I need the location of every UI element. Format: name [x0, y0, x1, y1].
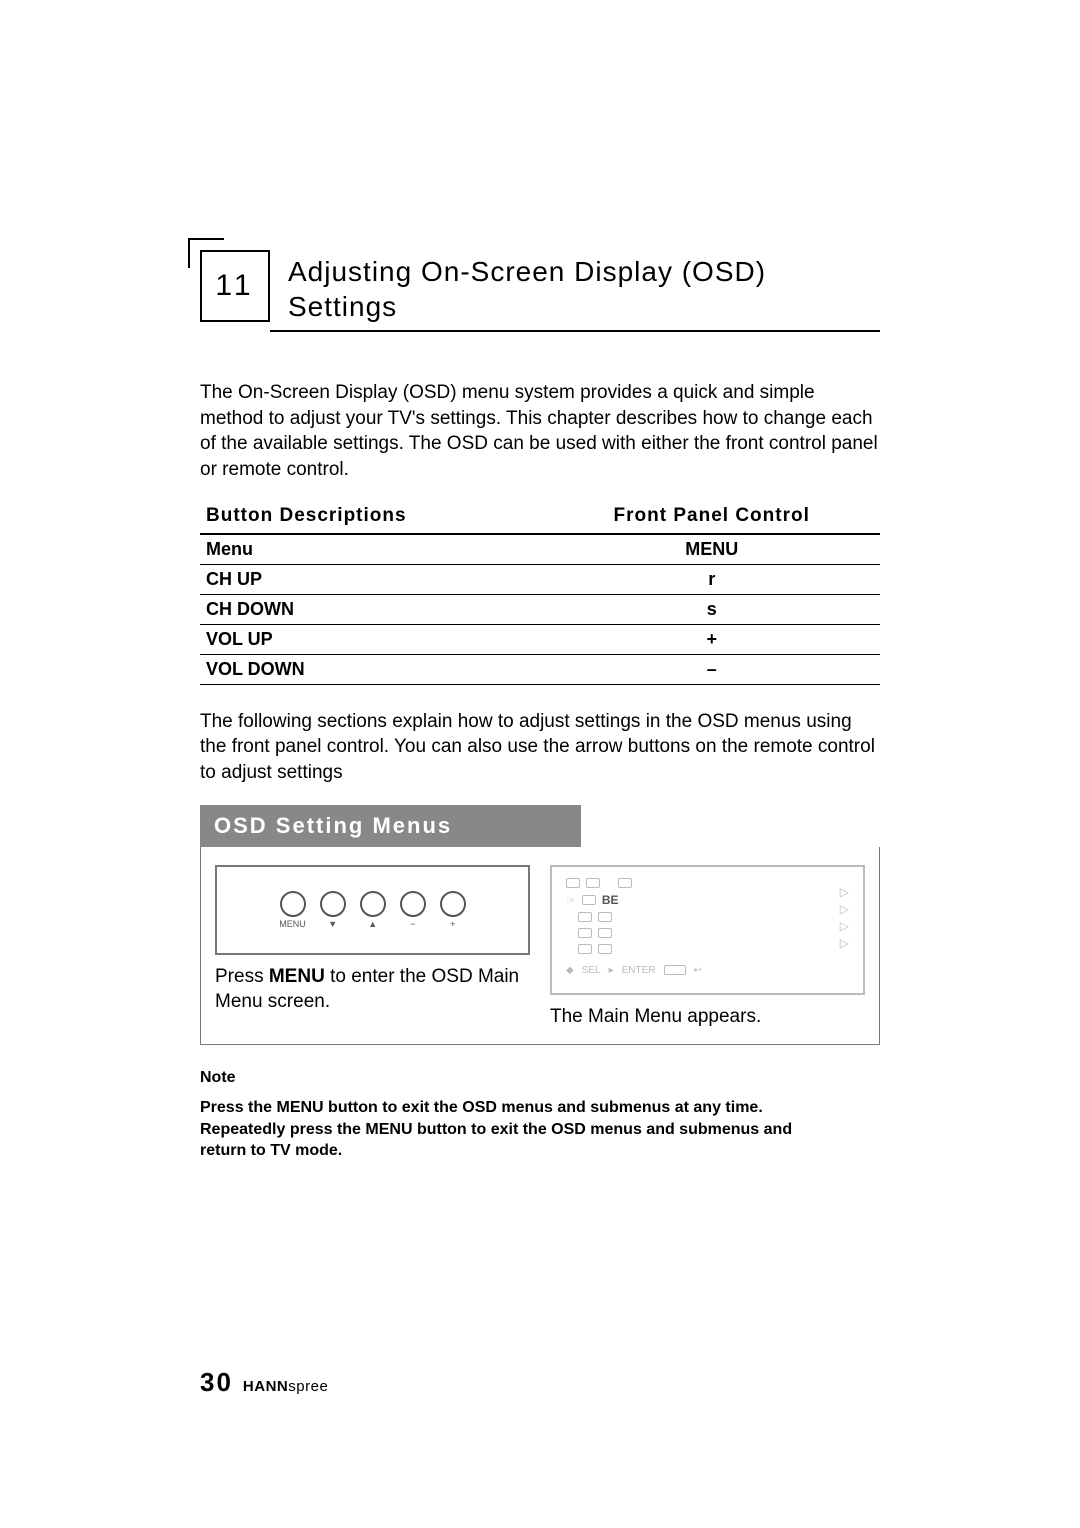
circle-icon	[320, 891, 346, 917]
arrow-indicators: ▷ ▷ ▷ ▷	[840, 885, 849, 950]
manual-page: 11 Adjusting On-Screen Display (OSD) Set…	[0, 0, 1080, 1528]
cell-desc: CH DOWN	[200, 594, 543, 624]
osd-footer-row: ◆ SEL ▸ ENTER ↩	[566, 965, 849, 976]
panel-btn-label: MENU	[279, 919, 306, 929]
header-front-panel: Front Panel Control	[543, 503, 880, 534]
left-caption-bold: MENU	[269, 966, 325, 987]
screen-row	[566, 911, 849, 923]
table-row: VOL DOWN –	[200, 654, 880, 684]
osd-icon	[566, 878, 580, 888]
return-icon: ↩	[694, 965, 702, 976]
osd-icon	[578, 944, 592, 954]
panel-down-button: ▼	[320, 891, 346, 929]
updown-icon: ◆	[566, 965, 574, 976]
screen-row: ☞ BE	[566, 893, 849, 907]
osd-icon	[618, 878, 632, 888]
cell-desc: Menu	[200, 534, 543, 565]
panel-btn-label: +	[450, 919, 455, 929]
chevron-right-icon: ▷	[840, 885, 849, 899]
circle-icon	[360, 891, 386, 917]
panel-btn-label: ▼	[328, 919, 337, 929]
page-footer: 30 HANNspree	[200, 1367, 328, 1398]
note-heading: Note	[200, 1069, 880, 1087]
osd-label: BE	[602, 893, 619, 907]
osd-right-column: ☞ BE ▷ ▷ ▷ ▷ ◆ SEL ▸ ENTER ↩ The Main Menu …	[550, 865, 865, 1030]
cell-ctrl: s	[543, 594, 880, 624]
circle-icon	[440, 891, 466, 917]
cell-desc: VOL DOWN	[200, 654, 543, 684]
left-caption: Press MENU to enter the OSD Main Menu sc…	[215, 965, 530, 1014]
panel-btn-label: ▲	[368, 919, 377, 929]
cell-ctrl: MENU	[543, 534, 880, 565]
chapter-heading: 11 Adjusting On-Screen Display (OSD) Set…	[200, 250, 880, 332]
footer-label: SEL	[582, 965, 601, 976]
page-number: 30	[200, 1367, 233, 1398]
chevron-right-icon: ▷	[840, 936, 849, 950]
panel-menu-button: MENU	[279, 891, 306, 929]
pointer-icon: ☞	[566, 894, 576, 907]
table-row: VOL UP +	[200, 624, 880, 654]
panel-minus-button: −	[400, 891, 426, 929]
chapter-number-box: 11	[200, 250, 270, 322]
menu-chip-icon	[664, 965, 686, 975]
osd-section-title-bar: OSD Setting Menus	[200, 805, 581, 847]
osd-icon	[598, 944, 612, 954]
panel-btn-label: −	[410, 919, 415, 929]
table-row: CH DOWN s	[200, 594, 880, 624]
table-row: Menu MENU	[200, 534, 880, 565]
osd-icon	[578, 912, 592, 922]
osd-left-column: MENU ▼ ▲ − + Press MENU to enter the OSD…	[215, 865, 530, 1030]
footer-label: ENTER	[622, 965, 656, 976]
header-descriptions: Button Descriptions	[200, 503, 543, 534]
circle-icon	[280, 891, 306, 917]
button-descriptions-table: Button Descriptions Front Panel Control …	[200, 503, 880, 685]
chevron-right-icon: ▷	[840, 902, 849, 916]
osd-icon	[586, 878, 600, 888]
left-caption-prefix: Press	[215, 966, 269, 987]
osd-icon	[578, 928, 592, 938]
osd-icon	[598, 928, 612, 938]
osd-screen-illustration: ☞ BE ▷ ▷ ▷ ▷ ◆ SEL ▸ ENTER ↩	[550, 865, 865, 995]
osd-icon	[582, 895, 596, 905]
brand-light: spree	[288, 1378, 328, 1395]
cell-desc: CH UP	[200, 564, 543, 594]
intro-paragraph: The On-Screen Display (OSD) menu system …	[200, 380, 880, 483]
cell-ctrl: –	[543, 654, 880, 684]
front-panel-illustration: MENU ▼ ▲ − +	[215, 865, 530, 955]
brand-logo: HANNspree	[243, 1378, 328, 1395]
chapter-number: 11	[215, 269, 254, 303]
table-header-row: Button Descriptions Front Panel Control	[200, 503, 880, 534]
play-icon: ▸	[609, 965, 614, 976]
cell-ctrl: r	[543, 564, 880, 594]
table-row: CH UP r	[200, 564, 880, 594]
panel-button-row: MENU ▼ ▲ − +	[279, 891, 466, 929]
chapter-title: Adjusting On-Screen Display (OSD) Settin…	[270, 250, 880, 332]
chapter-title-text: Adjusting On-Screen Display (OSD) Settin…	[288, 254, 880, 324]
brand-bold: HANN	[243, 1378, 288, 1395]
chevron-right-icon: ▷	[840, 919, 849, 933]
screen-row	[566, 943, 849, 955]
mid-paragraph: The following sections explain how to ad…	[200, 709, 880, 786]
screen-row	[566, 877, 849, 889]
panel-plus-button: +	[440, 891, 466, 929]
circle-icon	[400, 891, 426, 917]
cell-ctrl: +	[543, 624, 880, 654]
osd-section-block: MENU ▼ ▲ − + Press MENU to enter the OSD…	[200, 847, 880, 1045]
right-caption: The Main Menu appears.	[550, 1005, 865, 1030]
cell-desc: VOL UP	[200, 624, 543, 654]
osd-icon	[598, 912, 612, 922]
panel-up-button: ▲	[360, 891, 386, 929]
screen-row	[566, 927, 849, 939]
note-body: Press the MENU button to exit the OSD me…	[200, 1097, 840, 1162]
